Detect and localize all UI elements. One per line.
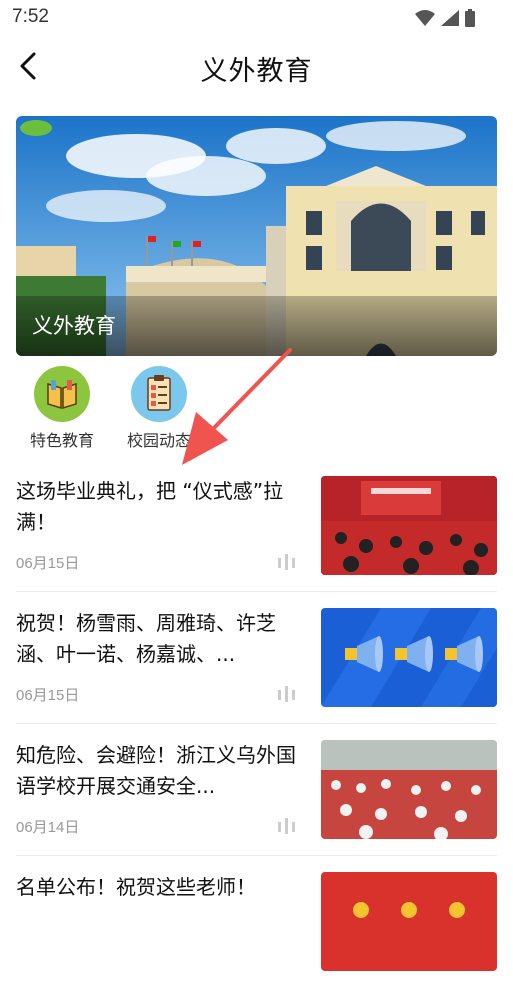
megaphone-graphic <box>321 608 497 707</box>
news-list: 这场毕业典礼，把 “仪式感”拉满！ 06月15日 祝贺！杨雪雨、周雅琦、许芝涵、… <box>16 460 497 988</box>
news-thumbnail <box>321 608 497 707</box>
news-thumbnail <box>321 740 497 839</box>
news-title: 名单公布！祝贺这些老师！ <box>16 875 256 899</box>
news-date: 06月15日 <box>16 687 80 704</box>
news-title: 知危险、会避险！浙江义乌外国语学校开展交通安全... <box>16 743 296 798</box>
news-title: 祝贺！杨雪雨、周雅琦、许芝涵、叶一诺、杨嘉诚、... <box>16 611 276 666</box>
news-title: 这场毕业典礼，把 “仪式感”拉满！ <box>16 479 284 534</box>
news-date: 06月15日 <box>16 555 80 572</box>
audio-wave-icon[interactable] <box>276 552 298 572</box>
audio-wave-icon[interactable] <box>276 684 298 704</box>
audio-wave-icon[interactable] <box>276 816 298 836</box>
graduation-ceremony-photo <box>321 476 497 575</box>
students-auditorium-photo <box>321 740 497 839</box>
news-item[interactable]: 这场毕业典礼，把 “仪式感”拉满！ 06月15日 <box>16 460 497 592</box>
news-date: 06月14日 <box>16 819 80 836</box>
news-item[interactable]: 知危险、会避险！浙江义乌外国语学校开展交通安全... 06月14日 <box>16 724 497 856</box>
news-item[interactable]: 祝贺！杨雪雨、周雅琦、许芝涵、叶一诺、杨嘉诚、... 06月15日 <box>16 592 497 724</box>
news-item[interactable]: 名单公布！祝贺这些老师！ <box>16 856 497 988</box>
news-thumbnail <box>321 872 497 971</box>
red-graphic <box>321 872 497 971</box>
news-thumbnail <box>321 476 497 575</box>
